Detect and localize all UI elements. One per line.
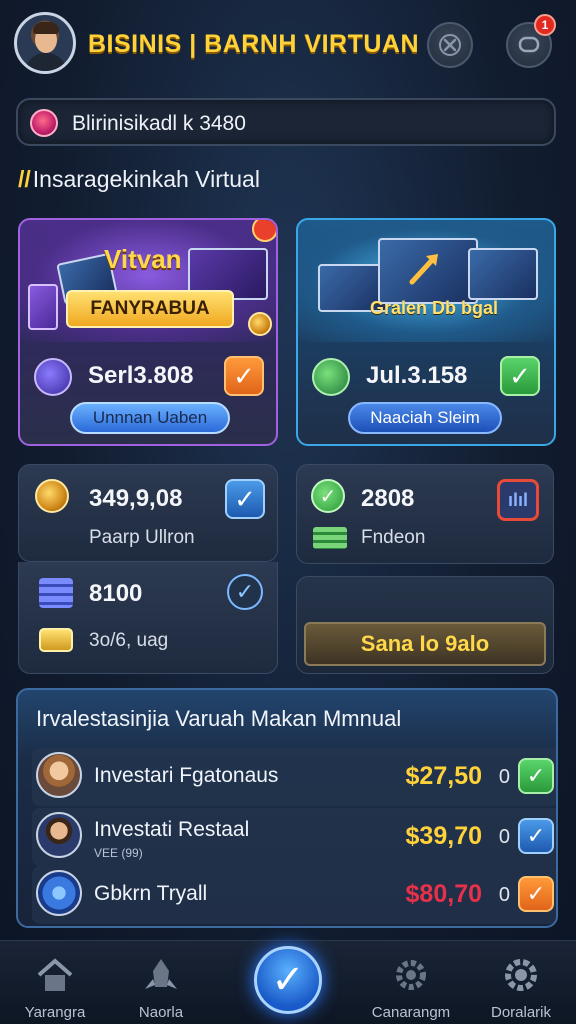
list-item-count: 0 (498, 826, 510, 848)
card-action-button[interactable]: Naaciah Sleim (348, 402, 502, 434)
settings-icon (505, 959, 537, 991)
business-card-left[interactable]: Vitvan FANYRABUA Serl3.808 ✓ Unnnan Uabe… (18, 218, 278, 446)
stat-value: 349,9,08 (89, 485, 183, 512)
stat-card-balance[interactable]: 349,9,08 Paarp Ullron ✓ (18, 464, 278, 562)
check-icon: ✓ (271, 958, 305, 1002)
stack-icon (36, 870, 82, 916)
profile-avatar[interactable] (14, 12, 76, 74)
bar-chart-icon[interactable]: ılıl (497, 479, 539, 521)
notification-badge: 1 (534, 14, 556, 36)
close-icon (439, 34, 461, 56)
list-title: Irvalestasinjia Varuah Makan Mmnual (36, 706, 402, 731)
list-item-count: 0 (498, 884, 510, 906)
chat-button[interactable]: 1 (506, 14, 556, 68)
avatar (36, 812, 82, 858)
list-item-sub: VEE (99) (94, 846, 143, 860)
card-art-title: Vitvan (104, 244, 182, 274)
investment-list-panel: Irvalestasinjia Varuah Makan Mmnual Inve… (16, 688, 558, 928)
avatar (36, 752, 82, 798)
check-icon[interactable]: ✓ (225, 479, 265, 519)
list-item[interactable]: Gbkrn Tryall $80,70 0 ✓ (32, 866, 556, 924)
slash-icon: // (18, 166, 31, 192)
app-header: BISINIS | BARNH VIRTUAN 1 (0, 0, 576, 88)
home-icon (37, 958, 73, 991)
arrow-up-icon (409, 254, 438, 285)
list-item-amount: $27,50 (405, 762, 482, 790)
confirm-button[interactable]: ✓ (254, 946, 322, 1014)
gold-bar-icon (39, 628, 73, 652)
nav-item-settings[interactable]: Doralarik (466, 949, 576, 1023)
list-item[interactable]: Investati Restaal VEE (99) $39,70 0 ✓ (32, 808, 556, 866)
card-action-button[interactable]: Unnnan Uaben (70, 402, 230, 434)
stack-icon (39, 578, 73, 608)
list-item-amount: $80,70 (405, 880, 482, 908)
stat-label: 3o/6, uag (89, 630, 169, 651)
list-item-name: Investari Fgatonaus (94, 764, 279, 787)
nav-item-rocket[interactable]: Naorla (106, 949, 216, 1023)
card-value: Serl3.808 (88, 362, 194, 389)
cash-icon (313, 527, 347, 549)
stat-label: Paarp Ullron (89, 527, 195, 548)
check-icon[interactable]: ✓ (500, 356, 540, 396)
section-title-text: Insaragekinkah Virtual (32, 166, 260, 192)
check-circle-icon: ✓ (311, 479, 345, 513)
nav-label: Yarangra (24, 1004, 86, 1021)
nav-item-home[interactable]: Yarangra (0, 949, 110, 1023)
rocket-icon (145, 959, 177, 989)
card-value: Jul.3.158 (366, 362, 468, 389)
list-item-count: 0 (498, 766, 510, 788)
app-title: BISINIS | BARNH VIRTUAN (88, 30, 420, 58)
nav-label: Canarangm (371, 1004, 451, 1021)
coin-icon (35, 479, 69, 513)
stat-value: 2808 (361, 485, 415, 512)
list-item-name: Investati Restaal (94, 818, 250, 841)
leaf-icon (312, 358, 350, 396)
card-art-subtitle: Gralen Db bgal (370, 298, 499, 318)
chat-icon (518, 36, 540, 53)
nav-label: Doralarik (490, 1004, 551, 1021)
stat-label: Fndeon (361, 527, 426, 548)
list-item-amount: $39,70 (405, 822, 482, 850)
section-title: //Insaragekinkah Virtual (18, 166, 260, 193)
check-icon[interactable]: ✓ (518, 818, 554, 854)
close-button[interactable] (427, 22, 473, 68)
card-banner: FANYRABUA (66, 290, 234, 328)
nav-item-gears[interactable]: Canarangm (356, 949, 466, 1023)
search-bar[interactable]: Blirinisikadl k 3480 (16, 98, 556, 146)
list-item[interactable]: Investari Fgatonaus $27,50 0 ✓ (32, 748, 556, 806)
business-card-right[interactable]: Gralen Db bgal Jul.3.158 ✓ Naaciah Sleim (296, 218, 556, 446)
card-artwork: Vitvan FANYRABUA (20, 220, 276, 342)
check-icon[interactable]: ✓ (518, 758, 554, 794)
gold-action-button[interactable]: Sana Io 9alo (304, 622, 546, 666)
check-icon[interactable]: ✓ (224, 356, 264, 396)
stat-card-assets[interactable]: 8100 ✓ 3o/6, uag (18, 562, 278, 674)
list-item-name: Gbkrn Tryall (94, 882, 208, 905)
stat-card-income[interactable]: ✓ 2808 Fndeon ılıl (296, 464, 554, 564)
card-artwork: Gralen Db bgal (298, 220, 554, 342)
search-value: Blirinisikadl k 3480 (72, 112, 246, 135)
check-icon[interactable]: ✓ (518, 876, 554, 912)
smiley-icon (30, 109, 58, 137)
stat-value: 8100 (89, 580, 143, 607)
coin-icon (248, 312, 272, 336)
chart-icon (34, 358, 72, 396)
check-circle-icon[interactable]: ✓ (227, 574, 263, 610)
gear-group-icon (396, 960, 426, 990)
nav-label: Naorla (138, 1004, 184, 1021)
